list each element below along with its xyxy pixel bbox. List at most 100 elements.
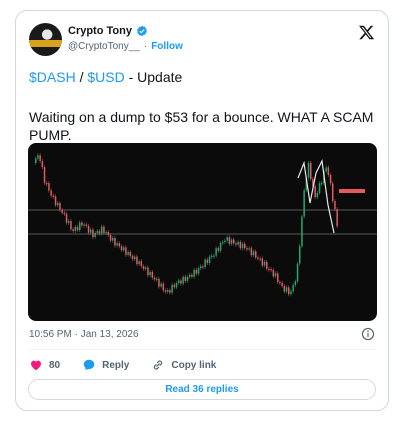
chart-candle — [219, 243, 222, 251]
chart-candle — [241, 243, 244, 249]
chart-candle — [156, 278, 158, 280]
heart-icon — [31, 360, 41, 371]
chart-candle — [285, 287, 288, 292]
chart-candle — [204, 259, 206, 268]
copy-link-label: Copy link — [171, 359, 217, 371]
chart-candle — [283, 285, 286, 292]
chart-candle — [149, 271, 151, 276]
chart-candle — [131, 255, 134, 260]
chart-candle — [74, 227, 77, 231]
chart-candle — [195, 269, 198, 274]
tweet-title-line: $DASH / $USD - Update — [29, 69, 182, 85]
chart-candle — [160, 283, 162, 287]
author-handle[interactable]: @CryptoTony__ — [68, 41, 140, 52]
chart-candle — [182, 276, 184, 284]
chart-candle — [164, 290, 167, 292]
chart-candle — [169, 290, 171, 293]
chart-candle — [57, 203, 59, 206]
chart-candle — [268, 268, 270, 271]
chart-candle — [303, 190, 305, 217]
chart-candle — [162, 283, 165, 291]
chart-candle — [105, 232, 107, 234]
chart-candle — [228, 237, 231, 244]
price-chart-image[interactable] — [28, 143, 377, 321]
author-name-row: Crypto Tony — [68, 25, 148, 37]
like-count: 80 — [49, 359, 61, 371]
chart-candle — [237, 241, 239, 245]
chart-candle — [248, 248, 250, 250]
chart-candle — [296, 263, 299, 282]
chart-candle — [334, 200, 336, 210]
chart-candle — [257, 257, 259, 259]
chart-candle — [85, 224, 88, 226]
chart-candle — [145, 267, 147, 269]
tweet-timestamp[interactable]: 10:56 PM · Jan 13, 2026 — [29, 329, 139, 340]
chart-candle — [325, 167, 327, 172]
chart-candle — [50, 190, 52, 196]
read-replies-button[interactable]: Read 36 replies — [28, 379, 376, 400]
chart-candle — [332, 183, 334, 201]
chart-candle — [125, 247, 127, 255]
chart-candle — [261, 258, 264, 266]
chart-candle — [52, 195, 55, 197]
chart-candle — [213, 255, 215, 257]
chart-candle — [186, 276, 189, 281]
chart-candle — [202, 266, 204, 268]
avatar[interactable] — [29, 23, 62, 56]
chart-candle — [147, 267, 149, 276]
chart-candle — [259, 258, 261, 260]
chart-candle — [138, 261, 140, 265]
handle-row: @CryptoTony__ · Follow — [68, 41, 183, 52]
tweet-card[interactable]: Crypto Tony @CryptoTony__ · Follow $DASH… — [15, 10, 389, 411]
chart-candle — [230, 239, 233, 244]
chart-candle — [76, 227, 79, 231]
chart-candle — [314, 186, 316, 198]
chart-candle — [252, 251, 255, 256]
chart-candle — [310, 163, 312, 179]
chart-candle — [327, 167, 330, 175]
chart-candle — [65, 213, 68, 223]
chart-candle — [316, 193, 319, 198]
author-name[interactable]: Crypto Tony — [68, 25, 132, 37]
chart-candle — [274, 273, 277, 277]
chart-candle — [116, 243, 118, 246]
chart-candle — [90, 229, 92, 233]
chart-candle — [96, 231, 99, 233]
chart-candle — [233, 239, 235, 244]
info-icon[interactable] — [361, 327, 375, 341]
chart-candle — [120, 246, 123, 251]
chart-canvas — [28, 153, 377, 297]
chart-candle — [222, 242, 224, 244]
follow-button[interactable]: Follow — [151, 41, 183, 52]
action-bar: 80 Reply Copy link — [29, 358, 238, 372]
chart-candle — [70, 221, 72, 230]
chart-candle — [193, 269, 195, 277]
chart-candle — [98, 231, 101, 234]
copy-link-button[interactable]: Copy link — [151, 358, 216, 372]
link-icon — [154, 360, 163, 370]
cashtag-dash[interactable]: $DASH — [29, 69, 76, 85]
chart-candle — [59, 203, 61, 210]
chart-candle — [235, 243, 237, 245]
chart-candle — [215, 248, 217, 256]
chart-candle — [158, 278, 160, 287]
like-button[interactable]: 80 — [29, 358, 60, 372]
x-logo-icon[interactable] — [358, 24, 375, 41]
chart-candle — [294, 281, 297, 286]
chart-candle — [127, 251, 129, 255]
chart-candle — [288, 287, 290, 295]
chart-candle — [189, 274, 191, 277]
chart-candle — [329, 174, 332, 184]
chart-candle — [118, 243, 121, 247]
chart-candle — [37, 155, 39, 159]
cashtag-usd[interactable]: $USD — [87, 69, 124, 85]
chart-candle — [226, 237, 228, 241]
verified-badge-icon — [136, 25, 147, 37]
chart-candle — [123, 247, 125, 251]
chart-candle — [191, 274, 193, 277]
chart-candle — [134, 256, 136, 260]
chart-candle — [175, 282, 178, 288]
chart-candle — [301, 216, 303, 247]
chart-candle — [114, 238, 116, 246]
reply-button[interactable]: Reply — [82, 358, 129, 372]
